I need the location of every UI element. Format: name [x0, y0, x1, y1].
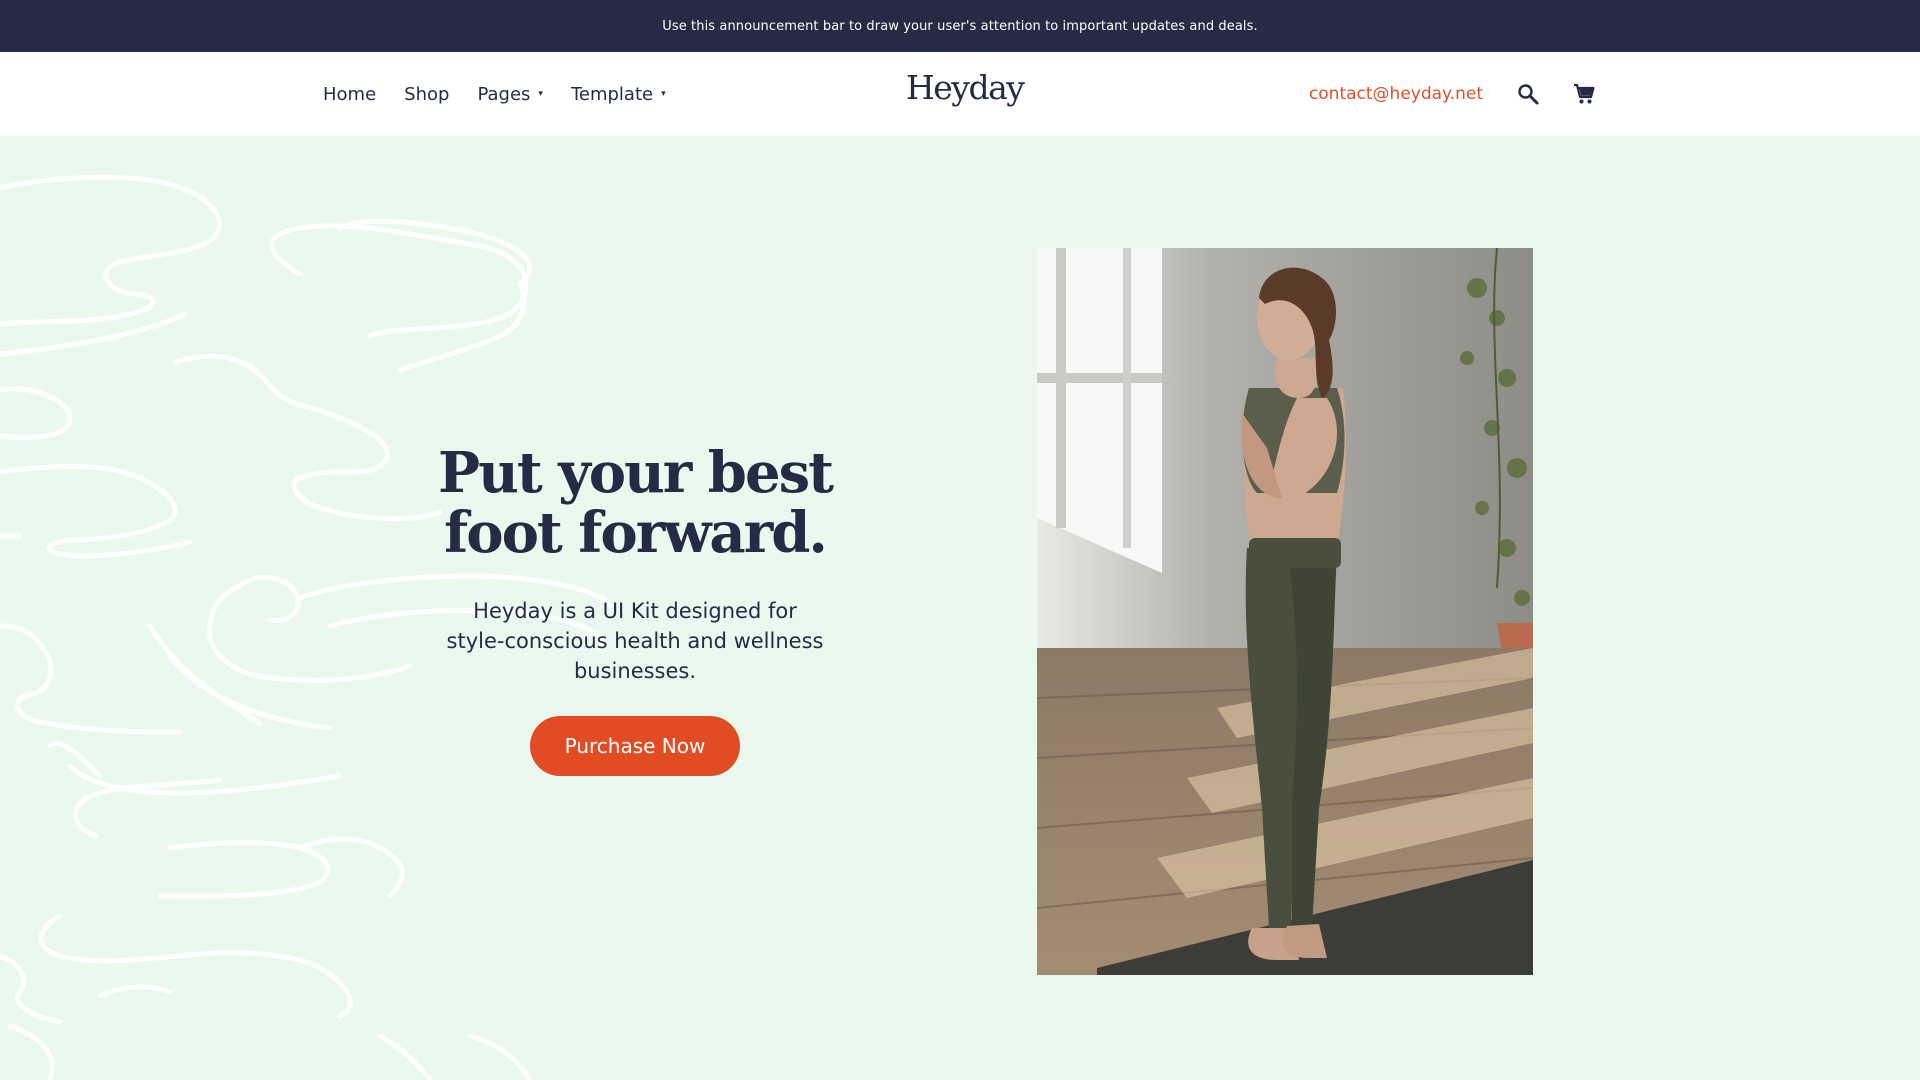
nav-item-label: Home	[323, 83, 377, 105]
hero-subtitle: Heyday is a UI Kit designed for style-co…	[446, 599, 824, 683]
nav-item-label: Template	[570, 83, 654, 105]
announcement-text: Use this announcement bar to draw your u…	[662, 18, 1258, 34]
brand-logo[interactable]: Heyday	[906, 68, 1025, 107]
hero-image	[1037, 248, 1533, 975]
site-header: Home Shop Pages ▾ Template ▾ Heyday cont…	[0, 52, 1920, 136]
nav-item-pages[interactable]: Pages ▾	[477, 84, 543, 105]
cart-icon[interactable]	[1571, 81, 1597, 107]
nav-item-label: Shop	[404, 83, 450, 105]
nav-item-home[interactable]: Home	[323, 84, 376, 105]
caret-down-icon: ▾	[538, 89, 543, 99]
announcement-bar: Use this announcement bar to draw your u…	[0, 0, 1920, 52]
search-icon[interactable]	[1515, 81, 1541, 107]
header-actions: contact@heyday.net	[1309, 52, 1597, 136]
nav-item-label: Pages	[477, 83, 531, 105]
nav-item-shop[interactable]: Shop	[404, 84, 449, 105]
contact-email-link[interactable]: contact@heyday.net	[1309, 84, 1483, 104]
nav-item-template[interactable]: Template ▾	[571, 84, 666, 105]
hero-section: Put your best foot forward. Heyday is a …	[0, 136, 1920, 1080]
hero-title: Put your best foot forward.	[438, 440, 834, 566]
purchase-now-button[interactable]: Purchase Now	[530, 716, 740, 776]
primary-nav: Home Shop Pages ▾ Template ▾	[323, 52, 694, 136]
caret-down-icon: ▾	[661, 89, 666, 99]
